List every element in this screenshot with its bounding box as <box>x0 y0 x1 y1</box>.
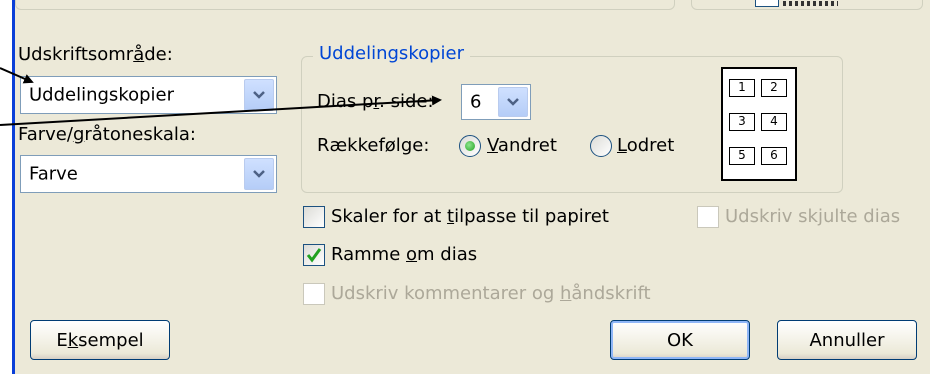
print-range-label: Udskriftsområde: <box>18 44 173 65</box>
scale-to-fit-checkbox[interactable] <box>303 206 325 228</box>
handouts-group-title: Uddelingskopier <box>313 43 471 64</box>
scale-to-fit-label[interactable]: Skaler for at tilpasse til papiret <box>331 206 609 227</box>
cancel-button[interactable]: Annuller <box>777 320 917 360</box>
radio-selected-dot <box>465 141 475 151</box>
print-range-combo[interactable]: Uddelingskopier <box>20 76 277 114</box>
print-hidden-slides-checkbox[interactable] <box>697 206 719 228</box>
print-what-frame-top <box>15 0 675 10</box>
checkmark-icon <box>306 248 322 263</box>
checkbox-partial <box>755 0 779 7</box>
print-comments-checkbox[interactable] <box>303 283 325 305</box>
print-comments-label[interactable]: Udskriv kommentarer og håndskrift <box>331 283 651 304</box>
preview-slide-5: 5 <box>729 147 755 165</box>
handout-layout-preview: 1 2 3 4 5 6 <box>721 67 797 181</box>
ok-button-label: OK <box>667 329 693 351</box>
chevron-down-icon <box>253 91 265 99</box>
color-combo[interactable]: Farve <box>20 155 277 193</box>
color-value: Farve <box>29 163 78 185</box>
cancel-button-label: Annuller <box>809 329 885 351</box>
preview-slide-2: 2 <box>761 79 787 97</box>
order-horizontal-radio[interactable] <box>459 135 481 157</box>
print-range-dropdown-button[interactable] <box>244 79 274 111</box>
partial-label-fragment <box>783 1 838 6</box>
order-horizontal-label[interactable]: Vandret <box>487 135 557 156</box>
slides-per-page-dropdown-button[interactable] <box>498 87 528 117</box>
preview-slide-4: 4 <box>761 113 787 131</box>
preview-button-label: Eksempel <box>56 329 144 351</box>
color-dropdown-button[interactable] <box>244 158 274 190</box>
chevron-down-icon <box>507 98 519 106</box>
ok-button[interactable]: OK <box>610 320 750 360</box>
preview-slide-6: 6 <box>761 147 787 165</box>
slides-per-page-value: 6 <box>470 91 482 113</box>
preview-slide-3: 3 <box>729 113 755 131</box>
color-label: Farve/gråtoneskala: <box>18 124 196 145</box>
print-range-value: Uddelingskopier <box>29 84 175 106</box>
slides-per-page-label: Dias pr. side: <box>317 91 434 112</box>
print-dialog: Udskriftsområde: Uddelingskopier Farve/g… <box>12 0 930 374</box>
print-hidden-slides-label[interactable]: Udskriv skjulte dias <box>725 206 900 227</box>
frame-slides-checkbox[interactable] <box>303 244 325 266</box>
order-vertical-label[interactable]: Lodret <box>617 135 674 156</box>
preview-button[interactable]: Eksempel <box>30 320 170 360</box>
order-label: Rækkefølge: <box>317 135 430 156</box>
order-vertical-radio[interactable] <box>590 135 612 157</box>
frame-slides-label[interactable]: Ramme om dias <box>331 244 477 265</box>
chevron-down-icon <box>253 170 265 178</box>
slides-per-page-combo[interactable]: 6 <box>461 84 531 120</box>
preview-slide-1: 1 <box>729 79 755 97</box>
